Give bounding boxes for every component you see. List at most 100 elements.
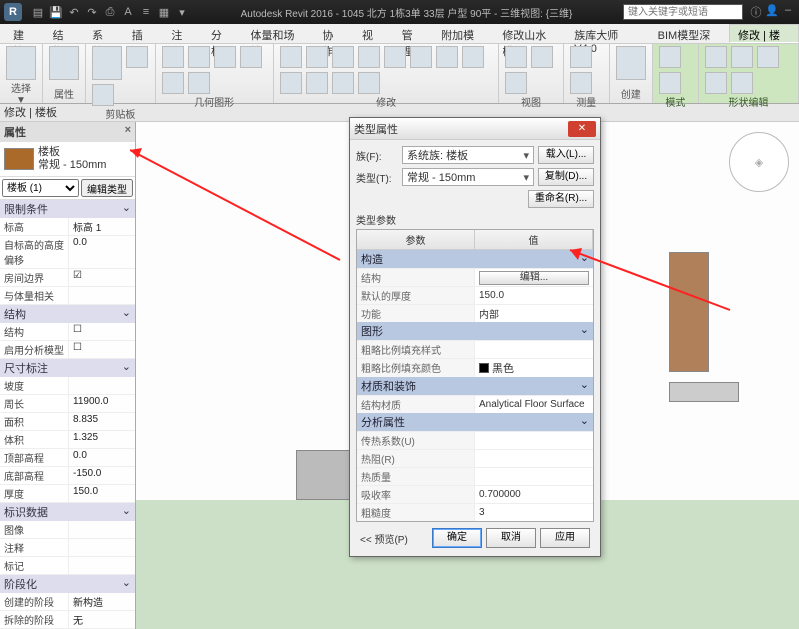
user-icon[interactable]: 👤 [765,4,779,20]
help-search-input[interactable] [623,4,743,20]
ribbon-tool-icon[interactable] [462,46,484,68]
property-group-header[interactable]: 限制条件⌄ [0,200,135,218]
ribbon-tool-icon[interactable] [92,46,122,80]
property-row[interactable]: 结构☐ [0,323,135,341]
edit-structure-button[interactable]: 编辑... [479,271,589,285]
property-value[interactable]: 8.835 [68,413,135,430]
property-row[interactable]: 注释 [0,539,135,557]
property-row[interactable]: 标高标高 1 [0,218,135,236]
ribbon-tab[interactable]: 系统 [83,24,123,43]
property-value[interactable]: 标高 1 [68,218,135,235]
property-value[interactable] [68,539,135,556]
param-value[interactable]: 0.700000 [475,486,593,503]
load-button[interactable]: 载入(L)... [538,146,594,164]
ribbon-tool-icon[interactable] [6,46,36,80]
property-row[interactable]: 周长11900.0 [0,395,135,413]
ribbon-tab[interactable]: 插入 [123,24,163,43]
param-value[interactable]: 内部 [475,305,593,322]
preview-button[interactable]: << 预览(P) [360,528,408,548]
property-value[interactable] [68,377,135,394]
param-value[interactable] [475,432,593,449]
ribbon-tool-icon[interactable] [214,46,236,68]
cancel-button[interactable]: 取消 [486,528,536,548]
property-row[interactable]: 体积1.325 [0,431,135,449]
param-group-header[interactable]: 构造⌄ [357,250,593,268]
property-row[interactable]: 拆除的阶段无 [0,611,135,629]
ribbon-tool-icon[interactable] [358,72,380,94]
property-value[interactable]: 1.325 [68,431,135,448]
ribbon-tool-icon[interactable] [505,72,527,94]
property-row[interactable]: 标记 [0,557,135,575]
ribbon-tool-icon[interactable] [126,46,148,68]
edit-type-button[interactable]: 编辑类型 [81,179,133,197]
ribbon-tool-icon[interactable] [188,46,210,68]
property-value[interactable]: ☐ [68,323,135,340]
family-dropdown[interactable]: 系统族: 楼板▾ [402,146,534,164]
copy-button[interactable]: 复制(D)... [538,168,594,186]
param-value[interactable] [475,450,593,467]
ribbon-tab[interactable]: 修改山水模 [493,24,565,43]
element-selector[interactable]: 楼板 (1) [2,179,79,197]
dialog-close-button[interactable]: ✕ [568,121,596,137]
param-value[interactable]: 黑色 [475,359,593,377]
property-row[interactable]: 坡度 [0,377,135,395]
property-group-header[interactable]: 结构⌄ [0,305,135,323]
ribbon-tool-icon[interactable] [162,46,184,68]
property-group-header[interactable]: 阶段化⌄ [0,575,135,593]
property-value[interactable]: 0.0 [68,449,135,466]
property-row[interactable]: 创建的阶段新构造 [0,593,135,611]
ribbon-tab[interactable]: 建筑 [4,24,44,43]
ribbon-tool-icon[interactable] [570,46,592,68]
minimize-icon[interactable]: – [781,4,795,20]
qat-icon[interactable]: ≡ [138,4,154,20]
qat-more-icon[interactable]: A [120,4,136,20]
ribbon-tab[interactable]: BIM模型深化 [649,24,729,43]
ribbon-tool-icon[interactable] [49,46,79,80]
ok-button[interactable]: 确定 [432,528,482,548]
property-row[interactable]: 启用分析模型☐ [0,341,135,359]
qat-undo-icon[interactable]: ↶ [66,4,82,20]
param-group-header[interactable]: 图形⌄ [357,322,593,340]
qat-redo-icon[interactable]: ↷ [84,4,100,20]
property-row[interactable]: 厚度150.0 [0,485,135,503]
ribbon-tab[interactable]: 结构 [44,24,84,43]
property-value[interactable] [68,287,135,304]
ribbon-tab[interactable]: 注释 [162,24,202,43]
property-row[interactable]: 与体量相关 [0,287,135,305]
ribbon-tab[interactable]: 族库大师V4.0 [565,24,648,43]
property-group-header[interactable]: 标识数据⌄ [0,503,135,521]
ribbon-tool-icon[interactable] [616,46,646,80]
ribbon-tab[interactable]: 管理 [393,24,433,43]
param-group-header[interactable]: 分析属性⌄ [357,413,593,431]
param-value[interactable] [475,468,593,485]
ribbon-tool-icon[interactable] [306,72,328,94]
param-value[interactable] [475,341,593,358]
ribbon-tab[interactable]: 附加模块 [432,24,493,43]
ribbon-tool-icon[interactable] [731,72,753,94]
ribbon-tab[interactable]: 协作 [313,24,353,43]
property-row[interactable]: 面积8.835 [0,413,135,431]
ribbon-tool-icon[interactable] [92,84,114,106]
app-icon[interactable]: R [4,3,22,21]
qat-dropdown-icon[interactable]: ▾ [174,4,190,20]
property-row[interactable]: 顶部高程0.0 [0,449,135,467]
property-value[interactable] [68,557,135,574]
property-value[interactable]: 11900.0 [68,395,135,412]
property-value[interactable]: -150.0 [68,467,135,484]
param-group-header[interactable]: 材质和装饰⌄ [357,377,593,395]
property-value[interactable]: ☑ [68,269,135,286]
ribbon-tool-icon[interactable] [531,46,553,68]
rename-button[interactable]: 重命名(R)... [528,190,594,208]
ribbon-tool-icon[interactable] [570,72,592,94]
ribbon-tool-icon[interactable] [306,46,328,68]
type-thumbnail-row[interactable]: 楼板 常规 - 150mm [0,142,135,176]
ribbon-tool-icon[interactable] [162,72,184,94]
param-value[interactable]: 150.0 [475,287,593,304]
model-element[interactable] [669,382,739,402]
property-value[interactable] [68,521,135,538]
close-icon[interactable]: × [125,124,131,140]
ribbon-tab[interactable]: 分析 [202,24,242,43]
qat-icon[interactable]: ▦ [156,4,172,20]
property-group-header[interactable]: 尺寸标注⌄ [0,359,135,377]
qat-open-icon[interactable]: ▤ [30,4,46,20]
